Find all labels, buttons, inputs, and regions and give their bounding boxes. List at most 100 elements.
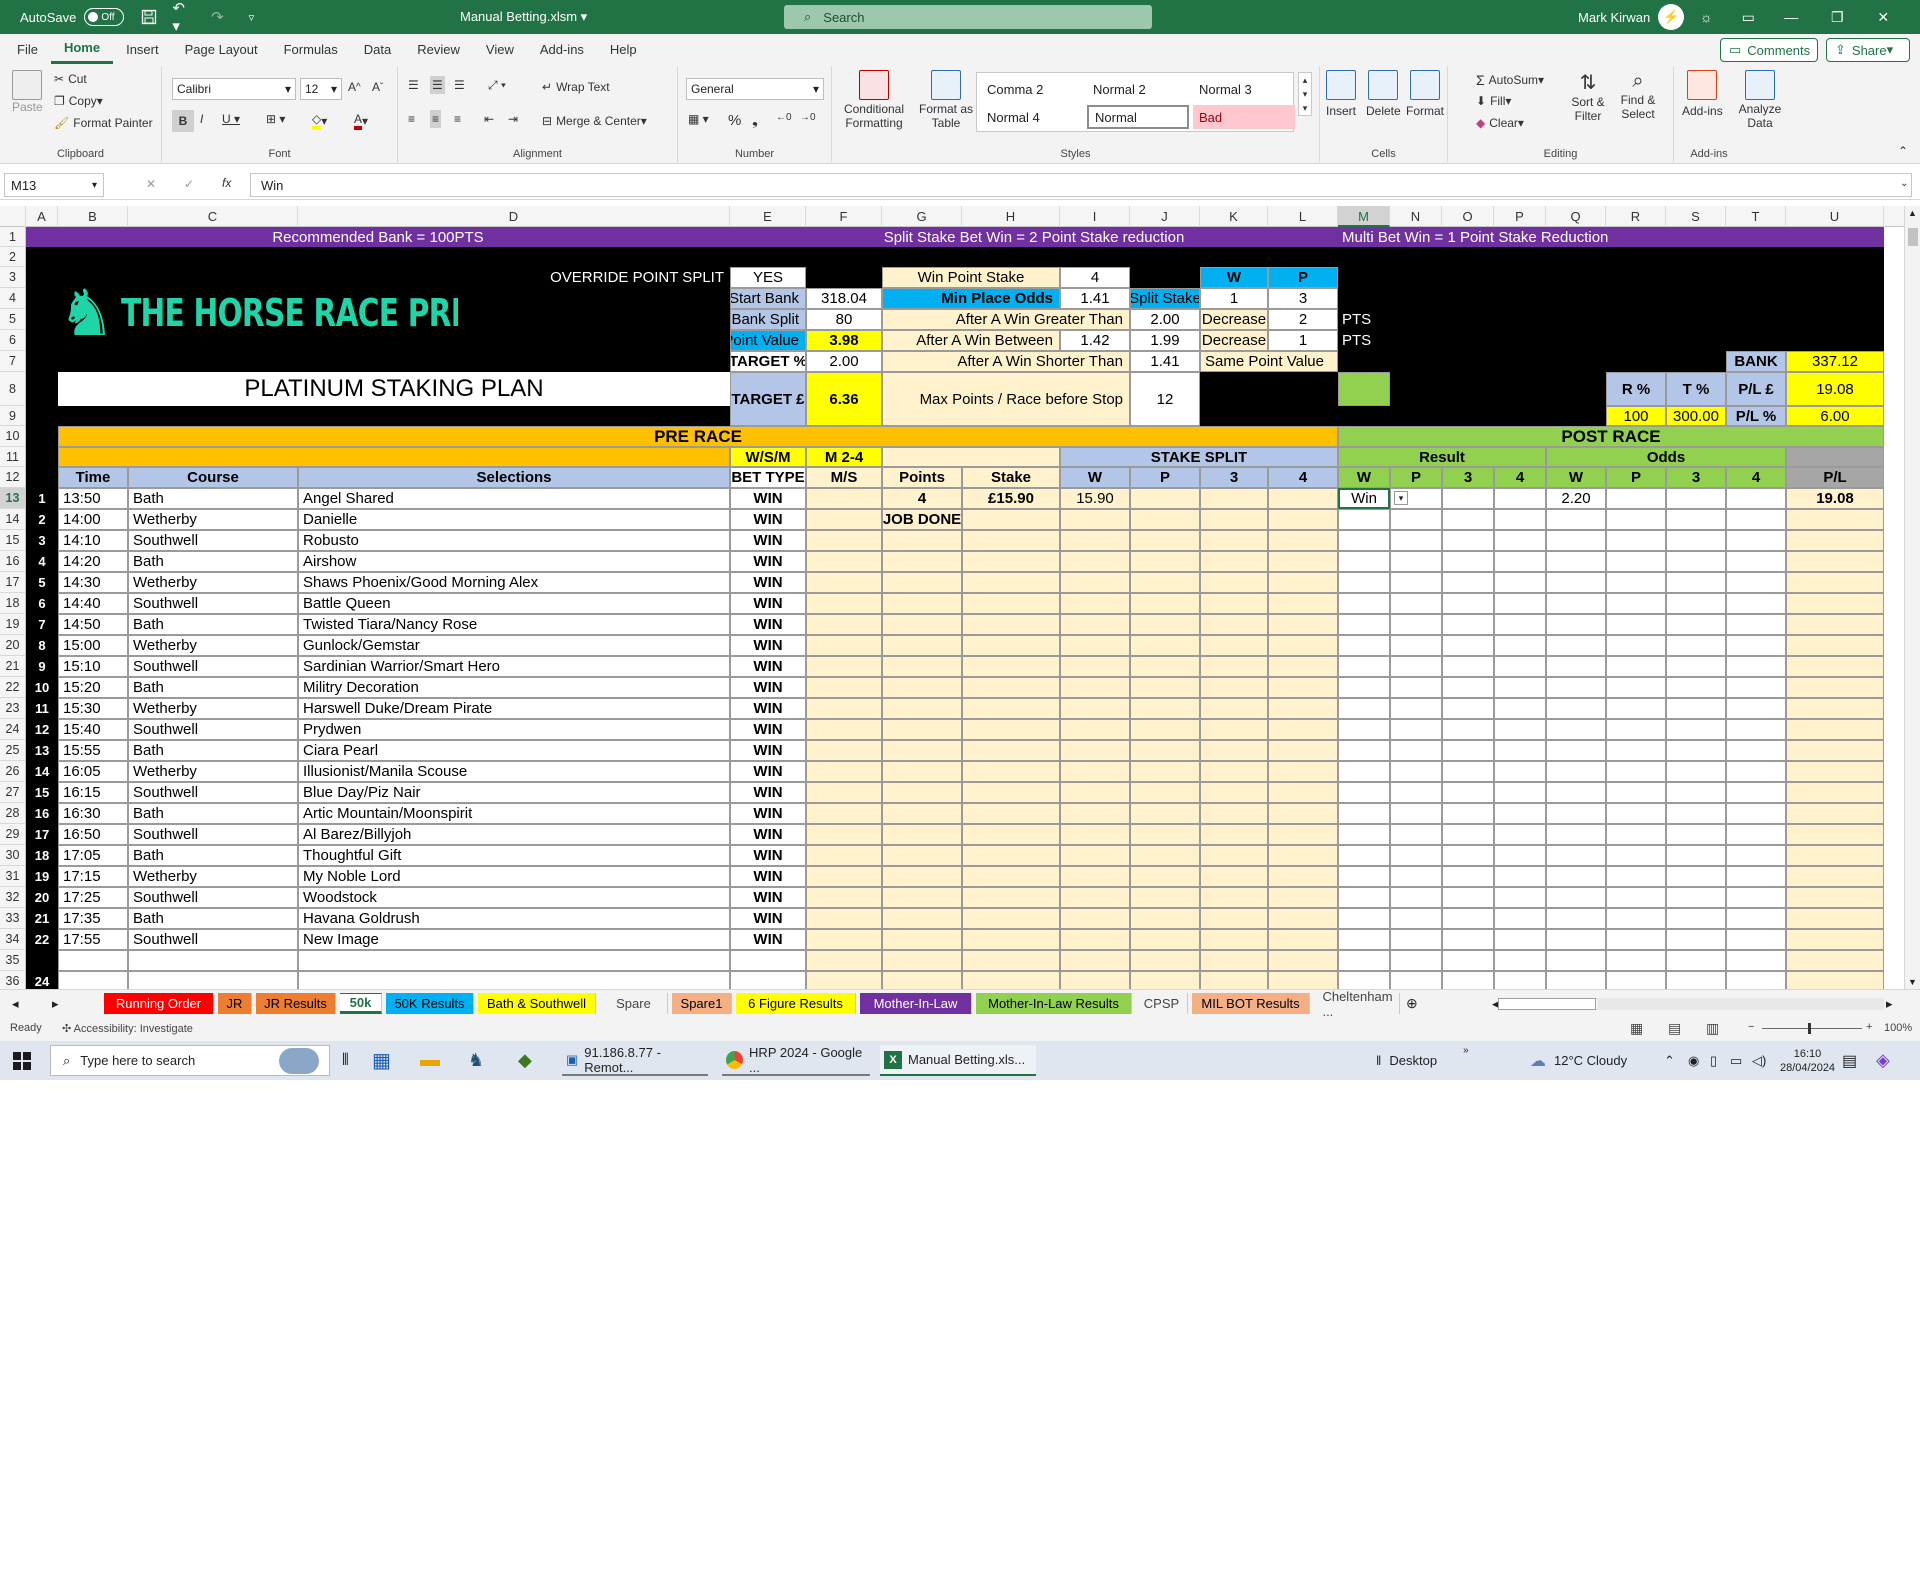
data-cell[interactable] [1130,530,1200,551]
delete-button[interactable]: Delete [1366,70,1401,118]
zoom-slider-thumb[interactable] [1808,1023,1811,1034]
data-cell[interactable] [1338,551,1390,572]
data-cell[interactable] [806,509,882,530]
race-course[interactable]: Bath [128,908,298,929]
data-cell[interactable] [1390,572,1442,593]
data-cell[interactable] [882,971,962,989]
split-w-value[interactable]: 1 [1200,288,1268,309]
data-cell[interactable] [1666,677,1726,698]
data-cell[interactable] [1268,677,1338,698]
row-header[interactable]: 14 [0,509,26,530]
data-cell[interactable] [1060,740,1130,761]
data-cell[interactable] [1130,845,1200,866]
data-cell[interactable] [1606,635,1666,656]
data-cell[interactable] [1060,950,1130,971]
data-cell[interactable] [1442,824,1494,845]
data-cell[interactable] [1494,719,1546,740]
save-icon[interactable] [138,6,160,28]
data-cell[interactable] [1666,635,1726,656]
data-cell[interactable] [1268,635,1338,656]
race-course[interactable] [128,971,298,989]
name-box[interactable]: M13 ▾ [4,173,104,197]
data-cell[interactable] [1494,845,1546,866]
bet-type[interactable]: WIN [730,488,806,509]
data-cell[interactable] [1726,761,1786,782]
override-value[interactable]: YES [730,267,806,288]
insert-function-icon[interactable]: fx [222,176,231,190]
data-cell[interactable] [806,761,882,782]
tab-formulas[interactable]: Formulas [271,34,351,64]
race-selection[interactable]: My Noble Lord [298,866,730,887]
row-header[interactable]: 28 [0,803,26,824]
data-cell[interactable] [1546,887,1606,908]
race-time[interactable]: 17:55 [58,929,128,950]
data-cell[interactable] [882,635,962,656]
stake-split-w-value[interactable]: 15.90 [1060,488,1130,509]
column-header-j[interactable]: J [1130,206,1200,227]
bet-type[interactable]: WIN [730,530,806,551]
race-time[interactable] [58,971,128,989]
bet-type[interactable]: WIN [730,866,806,887]
data-cell[interactable] [1786,887,1884,908]
race-course[interactable]: Southwell [128,656,298,677]
data-cell[interactable] [1268,740,1338,761]
data-cell[interactable] [1546,908,1606,929]
data-cell[interactable] [1268,782,1338,803]
copilot-icon[interactable]: ◈ [1876,1045,1890,1076]
data-cell[interactable] [1338,509,1390,530]
task-view-icon[interactable]: ⫴ [342,1045,349,1076]
data-cell[interactable] [1546,635,1606,656]
data-cell[interactable] [1060,530,1130,551]
fill-color-icon[interactable]: ◇ ▾ [312,112,327,130]
device-icon[interactable]: ▯ [1710,1045,1717,1076]
decrease-decimal-icon[interactable]: →0 [800,112,816,123]
scroll-right-icon[interactable]: ▸ [1878,993,1901,1014]
data-cell[interactable] [1390,677,1442,698]
data-cell[interactable] [1338,656,1390,677]
bet-type[interactable]: WIN [730,761,806,782]
data-cell[interactable] [806,530,882,551]
bank-split-value[interactable]: 80 [806,309,882,330]
data-cell[interactable] [1494,803,1546,824]
prev-sheet-icon[interactable]: ◂ [4,993,27,1014]
data-cell[interactable] [1726,593,1786,614]
data-cell[interactable] [1338,887,1390,908]
page-layout-view-icon[interactable]: ▤ [1668,1020,1681,1037]
increase-font-icon[interactable]: A ^ [348,80,361,94]
bet-type[interactable]: WIN [730,677,806,698]
row-header[interactable]: 23 [0,698,26,719]
race-time[interactable]: 15:20 [58,677,128,698]
data-cell[interactable] [882,698,962,719]
data-cell[interactable] [1786,950,1884,971]
data-cell[interactable] [1726,908,1786,929]
data-cell[interactable] [1494,908,1546,929]
column-header-c[interactable]: C [128,206,298,227]
insert-button[interactable]: Insert [1326,70,1356,118]
data-cell[interactable] [1442,614,1494,635]
bet-type[interactable]: WIN [730,803,806,824]
data-cell[interactable] [1200,530,1268,551]
bet-type[interactable]: WIN [730,593,806,614]
race-time[interactable]: 14:00 [58,509,128,530]
data-cell[interactable] [1666,488,1726,509]
data-cell[interactable] [1130,656,1200,677]
data-cell[interactable] [1606,824,1666,845]
data-cell[interactable] [1726,950,1786,971]
data-cell[interactable] [1494,656,1546,677]
file-name[interactable]: Manual Betting.xlsm ▾ [460,9,587,25]
bet-type[interactable]: WIN [730,698,806,719]
data-cell[interactable] [1200,845,1268,866]
data-cell[interactable] [1666,866,1726,887]
data-cell[interactable] [806,593,882,614]
data-cell[interactable] [1060,908,1130,929]
race-selection[interactable]: Artic Mountain/Moonspirit [298,803,730,824]
column-header-u[interactable]: U [1786,206,1884,227]
data-cell[interactable] [1726,782,1786,803]
data-cell[interactable] [1200,719,1268,740]
data-cell[interactable] [1390,656,1442,677]
row-header[interactable]: 27 [0,782,26,803]
sheet-tab[interactable]: MIL BOT Results [1192,993,1310,1014]
data-cell[interactable] [1726,824,1786,845]
sheet-tab[interactable]: 50K Results [386,993,474,1014]
formula-input[interactable]: Win [250,173,1912,197]
